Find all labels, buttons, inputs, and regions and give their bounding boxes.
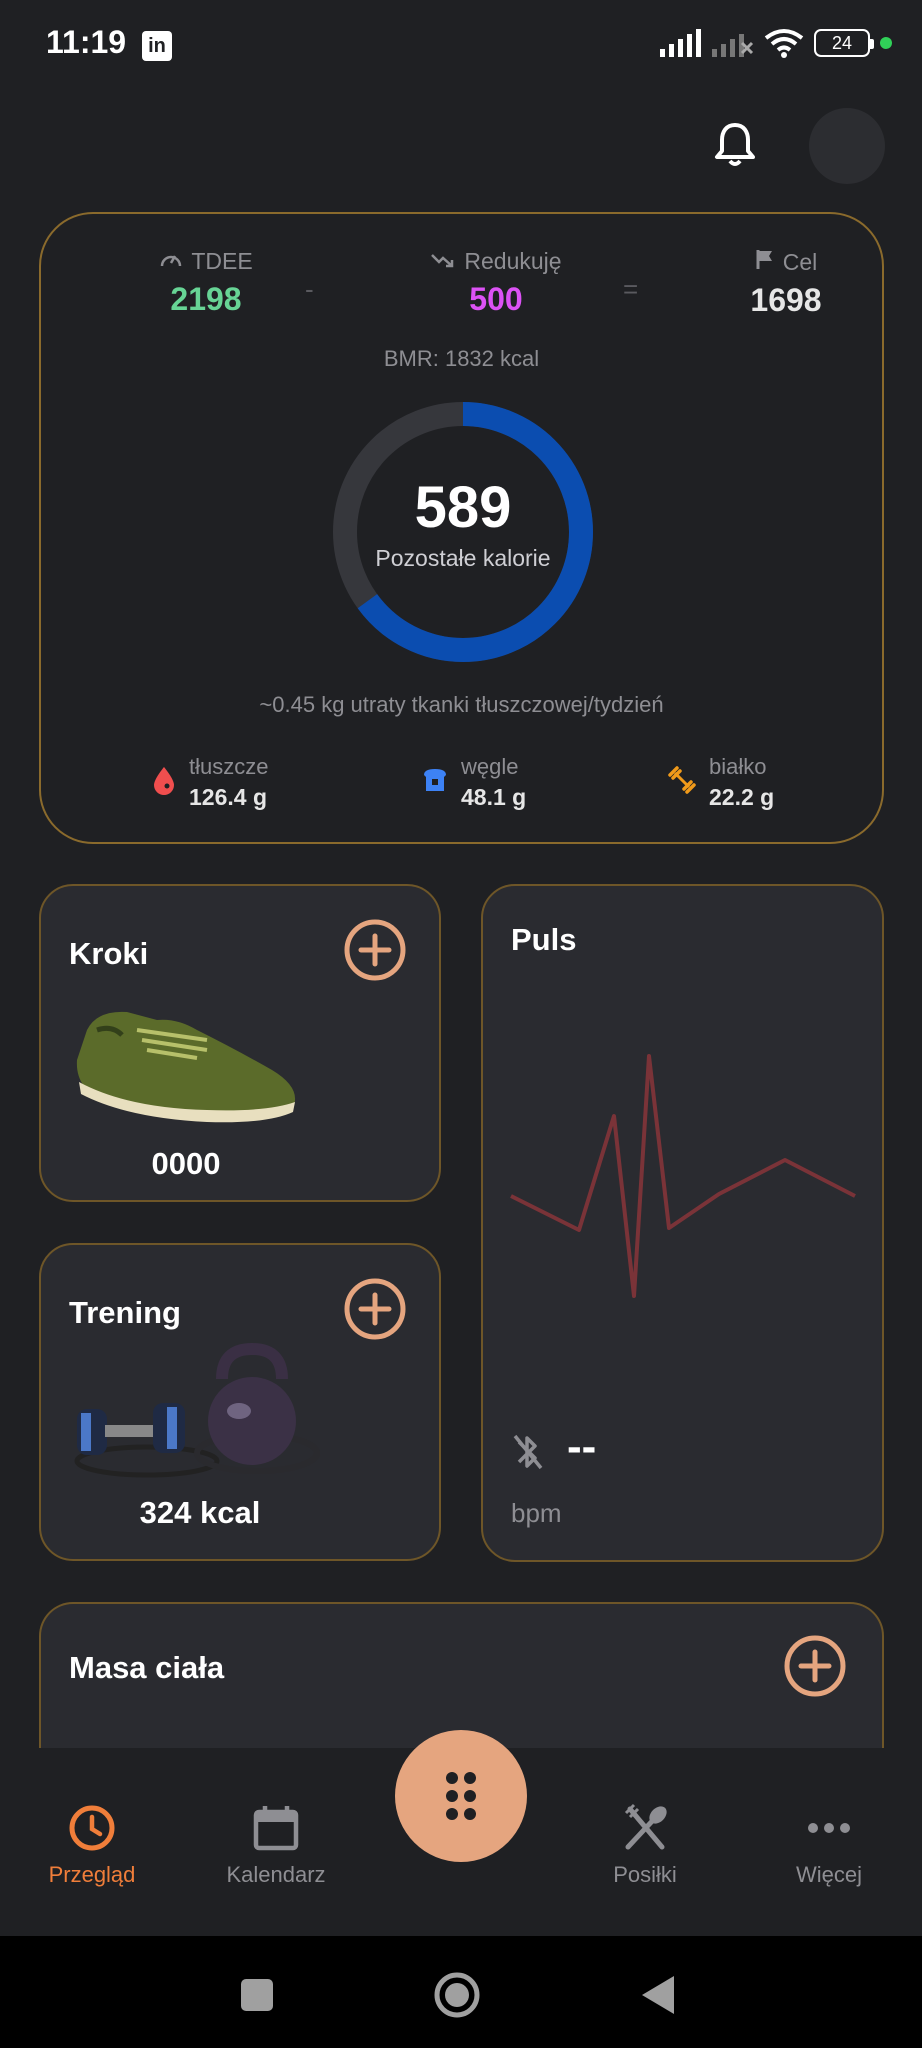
minus-operator: - xyxy=(305,274,314,304)
notifications-bell-icon[interactable] xyxy=(709,119,761,171)
utensils-icon xyxy=(624,1803,667,1850)
remaining-calories-value: 589 xyxy=(414,475,512,540)
goal-label: Cel xyxy=(782,248,818,275)
avatar[interactable] xyxy=(809,108,885,184)
tdee-value: 2198 xyxy=(170,281,242,317)
pulse-title: Puls xyxy=(511,922,577,957)
back-icon[interactable] xyxy=(640,1974,676,2016)
training-card[interactable]: Trening 324 kcal xyxy=(39,1243,441,1561)
fat-value: 126.4 g xyxy=(189,784,267,810)
protein-label: białko xyxy=(709,754,767,779)
nav-overview[interactable]: Przegląd xyxy=(17,1800,167,1888)
clock-icon xyxy=(69,1805,115,1851)
macro-fat: tłuszcze 126.4 g xyxy=(151,754,268,811)
system-navigation-bar xyxy=(0,1936,922,2048)
grid-dots-icon xyxy=(446,1772,476,1820)
quick-action-button[interactable] xyxy=(395,1730,527,1862)
calorie-summary-card: TDEE 2198 - Redukuję 500 = Cel 1698 BMR:… xyxy=(39,212,884,844)
wifi-icon xyxy=(764,29,804,58)
reduction-value: 500 xyxy=(469,281,523,317)
reduction-label: Redukuję xyxy=(464,248,562,274)
privacy-dot xyxy=(880,37,892,49)
calendar-icon xyxy=(253,1806,299,1851)
steps-value: 0000 xyxy=(151,1146,221,1181)
fat-label: tłuszcze xyxy=(189,754,269,779)
home-icon[interactable] xyxy=(432,1970,482,2020)
bluetooth-disabled-icon xyxy=(513,1434,543,1470)
linkedin-icon: in xyxy=(142,31,172,61)
weight-title: Masa ciała xyxy=(69,1650,225,1685)
reduction-metric: Redukuję 500 xyxy=(381,248,611,318)
steps-title: Kroki xyxy=(69,936,149,971)
bread-icon xyxy=(421,767,449,798)
nav-more-label: Więcej xyxy=(795,1862,862,1887)
speedometer-icon xyxy=(159,248,183,275)
nav-calendar[interactable]: Kalendarz xyxy=(201,1800,351,1888)
add-weight-button[interactable] xyxy=(783,1634,847,1698)
training-title: Trening xyxy=(69,1295,181,1330)
add-steps-button[interactable] xyxy=(343,918,407,982)
status-time: 11:19 xyxy=(46,24,127,60)
status-bar: 11:19 in 24 xyxy=(0,0,922,92)
bmr-text: BMR: 1832 kcal xyxy=(383,346,540,371)
status-icons: 24 xyxy=(660,28,892,58)
fat-loss-text: ~0.45 kg utraty tkanki tłuszczowej/tydzi… xyxy=(259,692,664,717)
battery-indicator: 24 xyxy=(814,29,874,57)
carbs-label: węgle xyxy=(461,754,519,779)
add-training-button[interactable] xyxy=(343,1277,407,1341)
carbs-value: 48.1 g xyxy=(461,784,527,810)
pulse-card[interactable]: Puls -- bpm xyxy=(481,884,884,1562)
pulse-value: -- xyxy=(567,1422,597,1471)
macro-carbs: węgle 48.1 g xyxy=(421,754,526,811)
nav-meals[interactable]: Posiłki xyxy=(570,1800,720,1888)
tdee-metric: TDEE 2198 xyxy=(121,248,291,318)
signal-icon xyxy=(660,29,701,57)
heartbeat-line xyxy=(510,1054,856,1298)
nav-calendar-label: Kalendarz xyxy=(226,1862,326,1887)
protein-value: 22.2 g xyxy=(709,784,775,810)
sneaker-image xyxy=(76,1011,296,1123)
ring-center: 589 Pozostałe kalorie xyxy=(331,474,595,572)
nav-meals-label: Posiłki xyxy=(613,1862,677,1887)
gym-equipment-image xyxy=(74,1342,320,1478)
equals-operator: = xyxy=(623,274,639,304)
steps-card[interactable]: Kroki 0000 xyxy=(39,884,441,1202)
more-dots-icon xyxy=(808,1823,850,1833)
tdee-label: TDEE xyxy=(191,248,253,274)
dumbbell-icon xyxy=(667,765,697,800)
goal-metric: Cel 1698 xyxy=(701,248,871,319)
pulse-unit: bpm xyxy=(511,1498,562,1528)
trending-down-icon xyxy=(430,248,456,275)
nav-overview-label: Przegląd xyxy=(48,1862,136,1887)
signal-off-icon xyxy=(712,34,754,57)
nav-more[interactable]: Więcej xyxy=(754,1800,904,1888)
remaining-calories-label: Pozostałe kalorie xyxy=(375,545,551,571)
goal-value: 1698 xyxy=(750,282,822,318)
flag-icon xyxy=(755,248,775,276)
macro-protein: białko 22.2 g xyxy=(667,754,774,811)
training-value: 324 kcal xyxy=(139,1495,261,1530)
drop-icon xyxy=(151,765,177,800)
recents-icon[interactable] xyxy=(240,1978,274,2012)
